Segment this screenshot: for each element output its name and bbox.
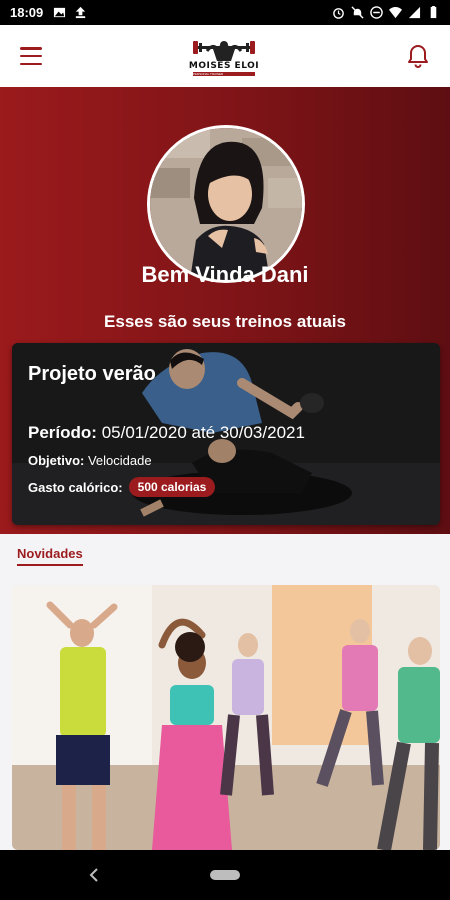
battery-icon xyxy=(430,6,437,19)
system-nav-bar xyxy=(0,850,450,900)
bell-icon[interactable] xyxy=(406,43,430,69)
objective-value: Velocidade xyxy=(87,453,152,468)
objective-label: Objetivo: xyxy=(28,453,85,468)
status-right-icons xyxy=(332,6,440,19)
wifi-icon xyxy=(389,7,402,19)
alarm-icon xyxy=(333,8,344,19)
logo-subtext: PERSONAL TRAINER xyxy=(192,71,255,76)
greeting-text: Bem Vinda Dani xyxy=(141,262,309,287)
workout-period: Período: 05/01/2020 até 30/03/2021 xyxy=(28,423,305,443)
logo-text: MOISES ELOI xyxy=(188,60,260,71)
period-value: 05/01/2020 até 30/03/2021 xyxy=(101,423,305,442)
workout-calories: Gasto calórico: 500 calorias xyxy=(28,477,216,497)
status-left-icons xyxy=(53,6,87,19)
status-time: 18:09 xyxy=(10,5,44,20)
app-logo: MOISES ELOI PERSONAL TRAINER xyxy=(189,37,259,76)
do-not-disturb-icon xyxy=(370,6,383,19)
calories-label: Gasto calórico: xyxy=(28,479,123,495)
workout-objective: Objetivo: Velocidade xyxy=(28,453,152,468)
period-label: Período: xyxy=(28,423,97,442)
status-bar: 18:09 xyxy=(0,0,450,25)
notifications-off-icon xyxy=(351,6,364,19)
news-card-photo xyxy=(12,585,440,850)
workout-title: Projeto verão xyxy=(28,363,156,385)
hero-section: Bem Vinda Dani Esses são seus treinos at… xyxy=(0,87,450,534)
avatar[interactable] xyxy=(147,125,305,283)
upload-icon xyxy=(76,6,86,19)
signal-icon xyxy=(408,6,421,19)
current-workouts-heading: Esses são seus treinos atuais xyxy=(104,312,346,331)
home-button[interactable] xyxy=(210,870,240,880)
logo-emblem-icon xyxy=(192,40,255,61)
avatar-photo xyxy=(150,128,302,280)
workout-card[interactable]: Projeto verão Período: 05/01/2020 até 30… xyxy=(12,343,440,525)
calories-badge: 500 calorias xyxy=(128,477,216,497)
image-icon xyxy=(54,7,66,18)
app-bar: MOISES ELOI PERSONAL TRAINER xyxy=(0,25,450,87)
news-card[interactable] xyxy=(12,585,440,850)
menu-icon xyxy=(20,47,42,50)
back-icon[interactable] xyxy=(85,864,103,886)
menu-button[interactable] xyxy=(20,47,42,65)
news-section-label[interactable]: Novidades xyxy=(17,546,83,566)
